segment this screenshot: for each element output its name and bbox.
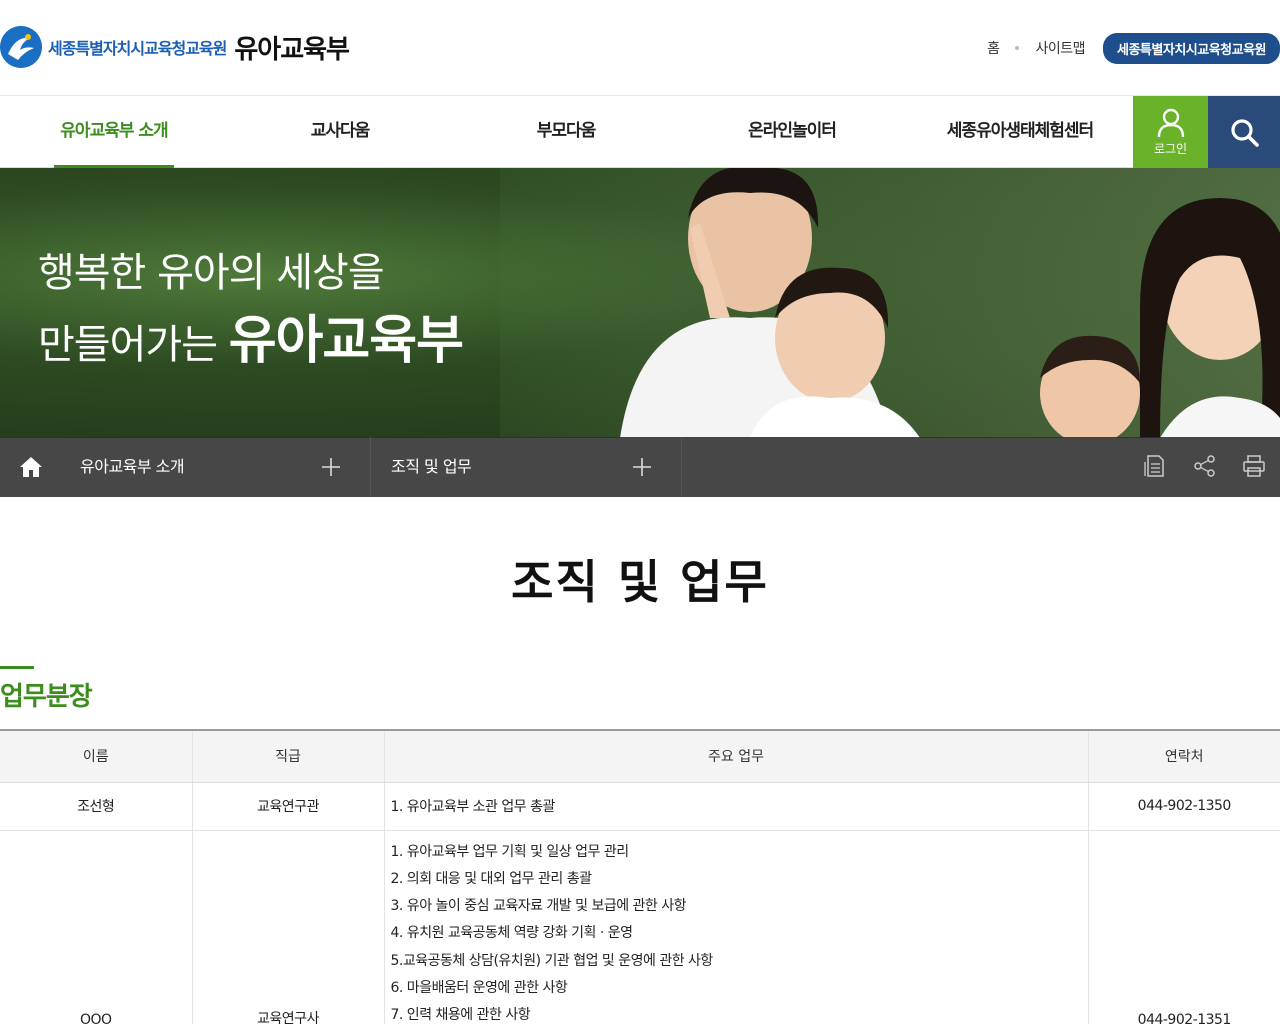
hero-banner: 행복한 유아의 세상을 만들어가는 유아교육부 <box>0 168 1280 438</box>
duty-item: 4. 유치원 교육공동체 역량 강화 기획 · 운영 <box>390 925 634 942</box>
user-icon <box>1157 108 1185 138</box>
location-depth2-label: 조직 및 업무 <box>391 457 472 476</box>
location-home-button[interactable] <box>0 437 62 497</box>
duty-item: 3. 유아 놀이 중심 교육자료 개발 및 보급에 관한 사항 <box>390 898 687 915</box>
document-icon[interactable] <box>1142 453 1168 479</box>
search-icon <box>1231 119 1259 147</box>
cell-duties: 1. 유아교육부 업무 기획 및 일상 업무 관리 2. 의회 대응 및 대외 … <box>384 830 1089 1024</box>
header-duties: 주요 업무 <box>384 730 1089 783</box>
banner-headline-strong: 유아교육부 <box>228 311 464 371</box>
print-icon[interactable] <box>1241 453 1267 479</box>
nav-eco-center[interactable]: 세종유아생태체험센터 <box>930 96 1110 168</box>
header-name: 이름 <box>0 730 193 783</box>
site-logo[interactable]: 세종특별자치시교육청교육원 유아교육부 <box>0 26 350 68</box>
logo-dept-name: 유아교육부 <box>234 34 350 65</box>
section-title: 업무분장 <box>0 682 93 712</box>
main-site-button[interactable]: 세종특별자치시교육청교육원 <box>1103 32 1280 64</box>
table-header-row: 이름 직급 주요 업무 연락처 <box>0 730 1280 783</box>
table-row: OOO 교육연구사 1. 유아교육부 업무 기획 및 일상 업무 관리 2. 의… <box>0 830 1280 1024</box>
duty-item: 5.교육공동체 상담(유치원) 기관 협업 및 운영에 관한 사항 <box>390 952 714 969</box>
logo-org-name: 세종특별자치시교육청교육원 <box>48 39 227 58</box>
cell-phone: 044-902-1350 <box>1088 782 1280 831</box>
duty-item: 7. 인력 채용에 관한 사항 <box>390 1007 531 1024</box>
cell-phone: 044-902-1351 <box>1088 830 1280 1024</box>
nav-parent[interactable]: 부모다움 <box>506 96 626 168</box>
header: 세종특별자치시교육청교육원 유아교육부 홈 사이트맵 세종특별자치시교육청교육원 <box>0 0 1280 96</box>
logo-emblem-icon <box>0 26 42 68</box>
main-navigation: 유아교육부 소개 교사다움 부모다움 온라인놀이터 세종유아생태체험센터 로그인 <box>0 96 1280 168</box>
section-accent-bar <box>0 666 34 669</box>
duty-list: 1. 유아교육부 업무 기획 및 일상 업무 관리 2. 의회 대응 및 대외 … <box>391 839 1088 1024</box>
header-phone: 연락처 <box>1088 730 1280 783</box>
duty-item: 1. 유아교육부 소관 업무 총괄 <box>390 799 556 815</box>
plus-icon <box>322 458 340 476</box>
page-title: 조직 및 업무 <box>511 555 769 609</box>
duty-item: 2. 의회 대응 및 대외 업무 관리 총괄 <box>390 870 592 887</box>
location-depth1-label: 유아교육부 소개 <box>80 457 185 476</box>
sitemap-link[interactable]: 사이트맵 <box>1035 38 1085 58</box>
utility-menu: 홈 사이트맵 세종특별자치시교육청교육원 <box>987 32 1280 64</box>
login-label: 로그인 <box>1153 142 1188 156</box>
plus-icon <box>633 458 651 476</box>
cell-rank: 교육연구사 <box>192 830 385 1024</box>
cell-name: 조선형 <box>0 782 193 831</box>
header-rank: 직급 <box>192 730 385 783</box>
location-depth1[interactable]: 유아교육부 소개 <box>62 437 371 497</box>
nav-online-playground[interactable]: 온라인놀이터 <box>722 96 862 168</box>
location-bar: 유아교육부 소개 조직 및 업무 <box>0 437 1280 497</box>
login-button[interactable]: 로그인 <box>1133 96 1208 168</box>
duty-table: 이름 직급 주요 업무 연락처 조선형 교육연구관 1. 유아교육부 소관 업무… <box>0 729 1280 1024</box>
cell-name: OOO <box>0 830 193 1024</box>
banner-headline-1: 행복한 유아의 세상을 <box>38 250 385 296</box>
banner-headline-prefix: 만들어가는 <box>38 322 218 368</box>
share-icon[interactable] <box>1192 453 1218 479</box>
nav-teacher[interactable]: 교사다움 <box>280 96 400 168</box>
separator-dot <box>1015 46 1020 50</box>
search-button[interactable] <box>1208 96 1280 168</box>
duty-item: 6. 마을배움터 운영에 관한 사항 <box>390 979 568 996</box>
cell-duties: 1. 유아교육부 소관 업무 총괄 <box>384 782 1089 831</box>
nav-intro[interactable]: 유아교육부 소개 <box>54 96 174 168</box>
duty-item: 1. 유아교육부 업무 기획 및 일상 업무 관리 <box>390 843 630 860</box>
banner-headline-2: 만들어가는 유아교육부 <box>38 298 464 373</box>
home-link[interactable]: 홈 <box>987 38 1000 58</box>
table-row: 조선형 교육연구관 1. 유아교육부 소관 업무 총괄 044-902-1350 <box>0 782 1280 831</box>
banner-family-illustration <box>620 168 1280 438</box>
location-depth2[interactable]: 조직 및 업무 <box>371 437 682 497</box>
cell-rank: 교육연구관 <box>192 782 385 831</box>
home-icon <box>20 457 42 477</box>
